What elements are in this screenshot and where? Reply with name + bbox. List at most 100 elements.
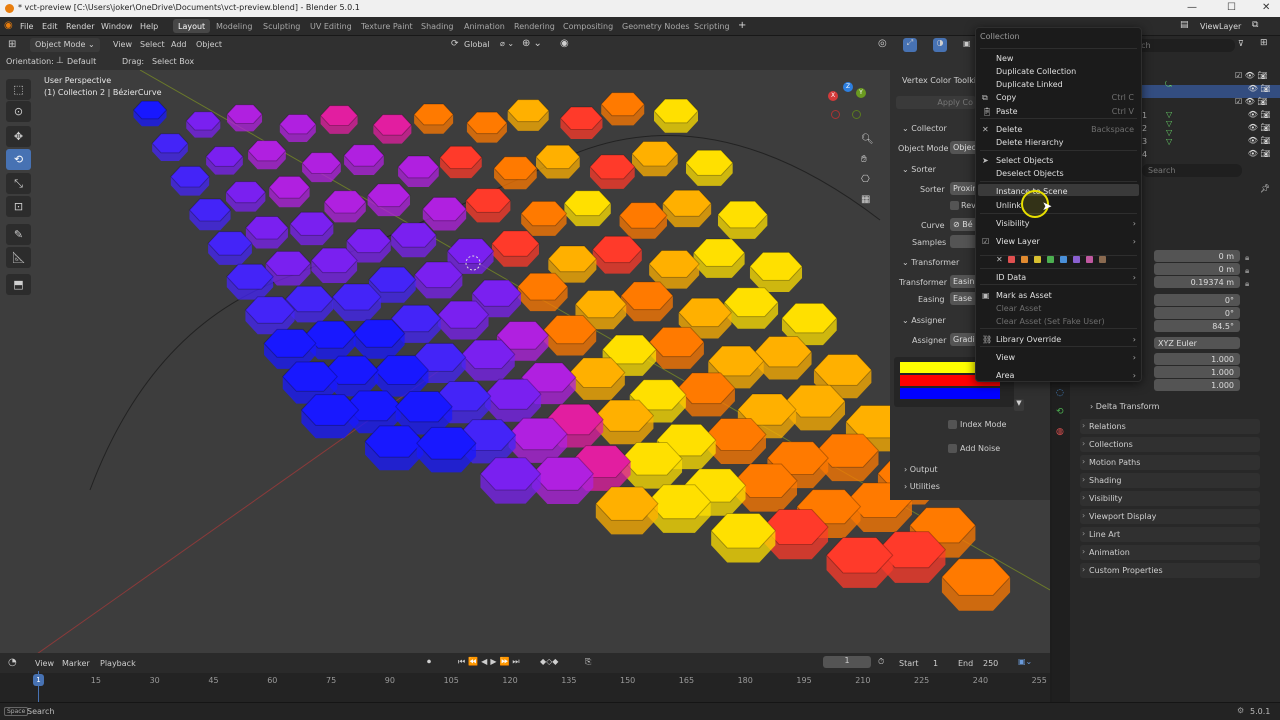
view-layer-name[interactable]: ViewLayer [1200, 22, 1241, 31]
minimize-icon[interactable]: — [1187, 2, 1197, 13]
panel-visibility[interactable]: › Visibility [1080, 491, 1260, 506]
timeline-editor-type-icon[interactable]: ◔ [8, 657, 17, 668]
lock-icons[interactable]: 🔒︎ 🔒︎ 🔒︎ [1245, 251, 1249, 290]
menu-item-paste[interactable]: Paste [996, 107, 1018, 116]
add-workspace-icon[interactable]: + [738, 20, 746, 31]
location-z-field[interactable]: 0.19374 m [1154, 276, 1240, 288]
status-settings-icon[interactable]: ⚙ [1237, 706, 1244, 715]
viewport-menu-add[interactable]: Add [171, 40, 187, 49]
menu-item-area[interactable]: Area [996, 371, 1014, 380]
rotation-y-field[interactable]: 0° [1154, 307, 1240, 319]
scale-y-field[interactable]: 1.000 [1154, 366, 1240, 378]
drag-value-dropdown[interactable]: Select Box [152, 57, 194, 66]
panel-shading[interactable]: › Shading [1080, 473, 1260, 488]
menu-item-view-layer[interactable]: View Layer [996, 237, 1040, 246]
editor-type-icon[interactable]: ⊞ [8, 39, 16, 50]
color-tag-swatch[interactable] [1073, 256, 1080, 263]
view-layer-browse-icon[interactable]: ⧉ [1252, 20, 1258, 30]
menu-item-library-override[interactable]: Library Override [996, 335, 1061, 344]
workspace-tab-uv-editing[interactable]: UV Editing [305, 19, 357, 33]
pin-icon[interactable]: 📌︎ [1260, 184, 1270, 193]
gizmo-toggle-icon[interactable]: ⤢ [903, 38, 917, 52]
blender-menu-icon[interactable]: ◉ [4, 20, 13, 31]
xray-icon[interactable]: ▣ [963, 39, 971, 48]
color-tag-swatch[interactable] [1034, 256, 1041, 263]
workspace-tab-scripting[interactable]: Scripting [689, 19, 735, 33]
playback-controls[interactable]: ⏮⏪◀▶⏩⏭ [458, 657, 523, 667]
current-frame-field[interactable]: 1 [823, 656, 871, 668]
workspace-tab-modeling[interactable]: Modeling [211, 19, 257, 33]
outliner-filter-icon[interactable]: ⊽ [1238, 39, 1244, 48]
location-y-field[interactable]: 0 m [1154, 263, 1240, 275]
sorter-section-header[interactable]: ⌄ Sorter [902, 165, 936, 174]
panel-viewport-display[interactable]: › Viewport Display [1080, 509, 1260, 524]
menu-item-duplicate-linked[interactable]: Duplicate Linked [996, 80, 1063, 89]
workspace-tab-shading[interactable]: Shading [416, 19, 459, 33]
menu-item-unlink[interactable]: Unlink [996, 201, 1021, 210]
pivot-icon[interactable]: ⌀ ⌄ [500, 39, 514, 48]
reverse-checkbox[interactable] [950, 201, 959, 210]
outliner-search-input[interactable]: rch [1130, 39, 1235, 52]
playhead-frame-badge[interactable]: 1 [33, 674, 44, 686]
sync-icon[interactable]: ⎘ [585, 657, 591, 667]
proportional-edit-icon[interactable]: ◉ [560, 38, 569, 49]
transform-tool-icon[interactable]: ⊡ [6, 196, 31, 217]
color-tag-swatch[interactable] [1008, 256, 1015, 263]
menu-item-view[interactable]: View [996, 353, 1015, 362]
zoom-icon[interactable]: 🔍︎ [861, 134, 874, 145]
gizmo-y-axis[interactable]: Y [856, 88, 866, 98]
record-icon[interactable]: ⏺ [427, 657, 431, 667]
mode-dropdown[interactable]: Object Mode ⌄ [30, 38, 100, 52]
close-icon[interactable]: ✕ [1262, 2, 1270, 13]
physics-tab-icon[interactable]: ◌ [1056, 388, 1064, 398]
menu-edit[interactable]: Edit [42, 22, 58, 31]
transformer-section-header[interactable]: ⌄ Transformer [902, 258, 959, 267]
workspace-tab-sculpting[interactable]: Sculpting [258, 19, 305, 33]
ortho-grid-icon[interactable]: ▦ [861, 194, 870, 205]
clear-color-tag-icon[interactable]: ✕ [996, 255, 1003, 264]
properties-search-input[interactable]: Search [1142, 164, 1242, 177]
select-tool-icon[interactable]: ⬚ [6, 79, 31, 100]
panel-relations[interactable]: › Relations [1080, 419, 1260, 434]
annotate-tool-icon[interactable]: ✎ [6, 224, 31, 245]
add-cube-tool-icon[interactable]: ⬒ [6, 274, 31, 295]
rotate-tool-icon[interactable]: ⟲ [6, 149, 31, 170]
panel-custom-properties[interactable]: › Custom Properties [1080, 563, 1260, 578]
timeline-view-icon[interactable]: ▣⌄ [1018, 657, 1032, 666]
overlays-toggle-icon[interactable]: ◑ [933, 38, 947, 52]
panel-animation[interactable]: › Animation [1080, 545, 1260, 560]
scale-z-field[interactable]: 1.000 [1154, 379, 1240, 391]
navigation-gizmo[interactable]: Z Y X [826, 82, 870, 126]
panel-motion-paths[interactable]: › Motion Paths [1080, 455, 1260, 470]
orientation-value-dropdown[interactable]: Default [67, 57, 96, 66]
timeline-menu-view[interactable]: View [35, 659, 54, 668]
gizmo-z-axis[interactable]: Z [843, 82, 853, 92]
color-tag-swatch[interactable] [1086, 256, 1093, 263]
menu-item-delete-hierarchy[interactable]: Delete Hierarchy [996, 138, 1064, 147]
maximize-icon[interactable]: ☐ [1227, 2, 1236, 13]
constraints-tab-icon[interactable]: ⟲ [1056, 407, 1064, 417]
gradient-color-3[interactable] [900, 388, 1000, 399]
keyframe-nav-icons[interactable]: ◆◇◆ [540, 657, 558, 666]
pan-hand-icon[interactable]: ✋︎ [861, 154, 867, 165]
list-scroll-down-icon[interactable]: ▼ [1014, 399, 1024, 411]
panel-line-art[interactable]: › Line Art [1080, 527, 1260, 542]
start-frame-field[interactable]: 1 [933, 659, 938, 668]
snap-icon[interactable]: ⊕ ⌄ [522, 38, 542, 49]
utilities-section-header[interactable]: › Utilities [904, 482, 940, 491]
color-tag-swatch[interactable] [1099, 256, 1106, 263]
menu-item-mark-as-asset[interactable]: Mark as Asset [996, 291, 1052, 300]
workspace-tab-geometry-nodes[interactable]: Geometry Nodes [617, 19, 694, 33]
menu-file[interactable]: File [20, 22, 33, 31]
visibility-icon[interactable]: ◎ [878, 38, 887, 49]
cursor-tool-icon[interactable]: ⊙ [6, 101, 31, 122]
menu-item-select-objects[interactable]: Select Objects [996, 156, 1053, 165]
menu-help[interactable]: Help [140, 22, 158, 31]
delta-transform-header[interactable]: › Delta Transform [1090, 402, 1159, 411]
rotation-z-field[interactable]: 84.5° [1154, 320, 1240, 332]
menu-item-duplicate-collection[interactable]: Duplicate Collection [996, 67, 1076, 76]
viewport-menu-select[interactable]: Select [140, 40, 165, 49]
camera-view-icon[interactable]: ⎔ [861, 174, 870, 185]
menu-item-deselect-objects[interactable]: Deselect Objects [996, 169, 1064, 178]
workspace-tab-animation[interactable]: Animation [459, 19, 510, 33]
